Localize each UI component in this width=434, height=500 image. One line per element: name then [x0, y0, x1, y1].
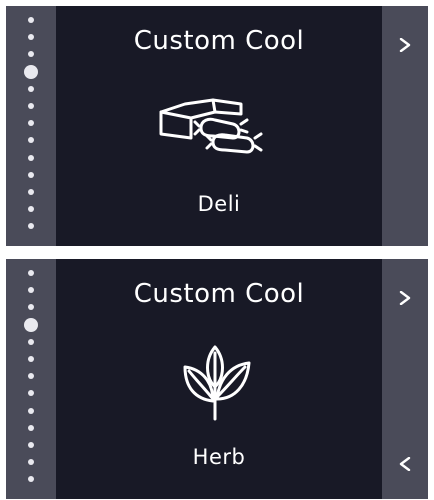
page-dot: [28, 424, 34, 431]
chevron-right-icon: [399, 291, 411, 305]
custom-cool-screen-herb: Custom Cool Herb: [6, 259, 428, 499]
chevron-left-icon: [399, 457, 411, 471]
previous-button[interactable]: [382, 449, 428, 479]
next-button[interactable]: [382, 283, 428, 313]
next-button[interactable]: [382, 30, 428, 60]
page-dot: [28, 137, 34, 144]
page-dot-active: [24, 317, 38, 332]
page-dot: [28, 287, 34, 294]
deli-cheese-sausage-icon: [145, 90, 285, 170]
page-dot: [28, 459, 34, 466]
mode-label: Herb: [192, 445, 246, 469]
page-dot-active: [24, 64, 38, 79]
screen-title: Custom Cool: [133, 279, 305, 309]
page-dot: [28, 17, 34, 23]
mode-label: Deli: [197, 192, 241, 216]
page-dot: [28, 103, 34, 109]
page-dot: [28, 304, 34, 311]
page-dot: [28, 51, 34, 58]
page-dot: [28, 476, 34, 483]
herb-leaves-icon: [145, 343, 285, 423]
page-dot: [28, 34, 34, 41]
page-dot: [28, 154, 34, 161]
page-dot: [28, 338, 34, 345]
page-dot: [28, 390, 34, 397]
page-dot: [28, 442, 34, 448]
page-dot: [28, 373, 34, 380]
nav-rail: [382, 6, 428, 246]
nav-rail: [382, 259, 428, 499]
page-indicator: [6, 259, 56, 499]
chevron-right-icon: [399, 38, 411, 52]
page-dot: [28, 171, 34, 178]
page-dot: [28, 85, 34, 92]
page-dot: [28, 407, 34, 414]
custom-cool-screen-deli: Custom Cool Deli: [6, 6, 428, 246]
page-indicator: [6, 6, 56, 246]
page-dot: [28, 356, 34, 362]
page-dot: [28, 223, 34, 230]
page-dot: [28, 189, 34, 195]
page-dot: [28, 270, 34, 276]
screen-title: Custom Cool: [133, 26, 305, 56]
page-dot: [28, 206, 34, 213]
page-dot: [28, 120, 34, 127]
